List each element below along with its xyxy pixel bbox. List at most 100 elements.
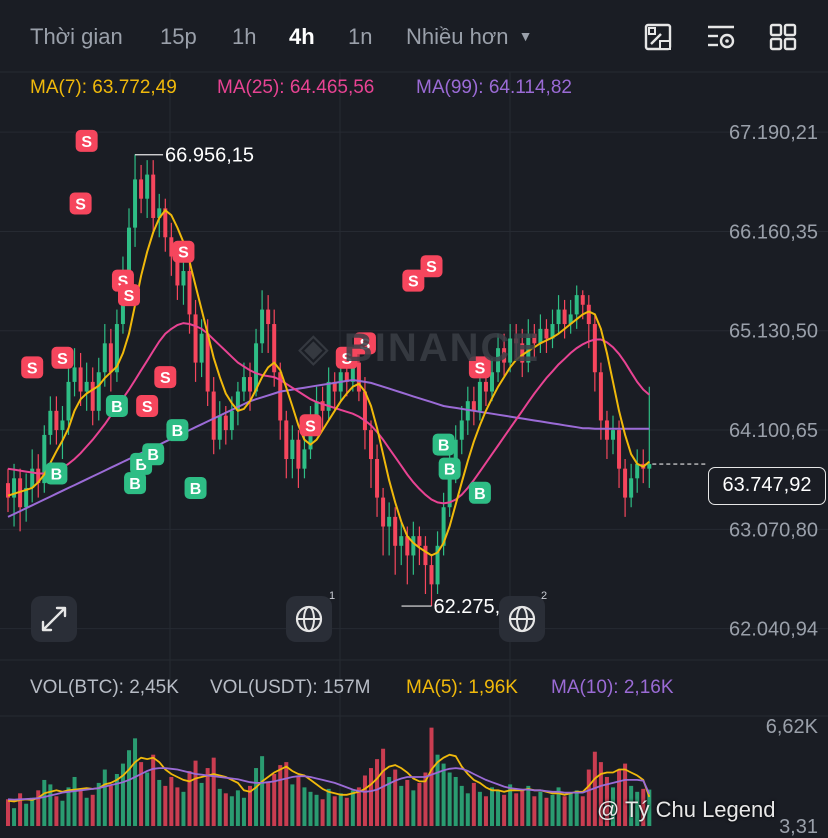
volume-bar [429, 727, 434, 826]
buy-marker-label: B [190, 481, 202, 498]
candle-body [592, 324, 597, 373]
candle-body [266, 309, 271, 325]
tab-1h[interactable]: 1h [232, 24, 256, 50]
candle-body [483, 381, 488, 392]
event-badge-2: 2 [541, 590, 548, 602]
event-button-1[interactable] [286, 596, 332, 642]
volume-bar [483, 796, 488, 826]
current-price-tag: 63.747,92 [708, 467, 826, 505]
event-badge-1: 1 [329, 590, 336, 602]
candle-body [387, 516, 392, 527]
candle-body [562, 309, 567, 325]
volume-bar [181, 791, 186, 826]
volume-bar [163, 785, 168, 826]
volume-bar [568, 793, 573, 826]
volume-bar [417, 782, 422, 826]
volume-bar [114, 774, 119, 826]
volume-bar [375, 759, 380, 826]
candle-body [78, 367, 83, 392]
volume-bar [477, 791, 482, 826]
price-axis-label: 62.040,94 [729, 619, 818, 641]
sell-marker-label: S [81, 134, 92, 151]
candle-body [145, 174, 150, 199]
candle-body [417, 536, 422, 546]
volume-bar [574, 790, 579, 826]
price-axis-label: 66.160,35 [729, 221, 818, 243]
volume-bar [502, 794, 507, 826]
volume-bar [260, 756, 265, 826]
candle-body [90, 381, 95, 411]
candle-body [381, 497, 386, 527]
drawing-tools-icon[interactable] [643, 22, 673, 52]
tab-15m[interactable]: 15p [160, 24, 197, 50]
price-axis-label: 67.190,21 [729, 122, 818, 144]
expand-icon [41, 606, 67, 632]
volume-bar [411, 790, 416, 826]
buy-marker-label: B [474, 486, 486, 503]
volume-bar [151, 754, 156, 826]
volume-bar [320, 799, 325, 826]
volume-bar [229, 796, 234, 826]
volume-bar [314, 794, 319, 826]
buy-marker-label: B [438, 438, 450, 455]
volume-bar [78, 788, 83, 826]
volume-axis-label: 6,62K [766, 716, 819, 738]
volume-bar [496, 790, 501, 826]
candle-body [623, 468, 628, 498]
buy-marker-label: B [51, 466, 63, 483]
tab-more[interactable]: Nhiều hơn ▼ [406, 24, 532, 50]
candle-body [60, 420, 65, 431]
volume-bar [290, 784, 295, 826]
buy-marker-label: B [444, 462, 456, 479]
candle-body [647, 464, 652, 469]
volume-bar [54, 796, 59, 826]
candle-body [611, 430, 615, 440]
candle-body [544, 328, 549, 339]
candle-body [423, 545, 428, 566]
volume-bar [211, 757, 216, 826]
volume-bar [18, 793, 23, 826]
sell-marker-label: S [57, 351, 68, 368]
volume-bar [42, 779, 47, 826]
candle-body [471, 401, 476, 411]
candle-body [254, 343, 259, 392]
volume-bar [296, 776, 301, 826]
candlestick-chart[interactable]: 66.956,1562.275,00 SBSSSBSSBBSBSBSBSBSSS… [0, 0, 828, 838]
indicator-settings-icon[interactable] [706, 22, 736, 52]
candle-body [574, 295, 579, 315]
volume-bar [308, 791, 313, 826]
volume-bar [175, 787, 180, 826]
fullscreen-button[interactable] [31, 596, 77, 642]
candle-body [290, 439, 295, 460]
sell-marker-label: S [75, 197, 86, 214]
candle-body [48, 410, 53, 435]
candle-body [66, 381, 71, 421]
candle-body [393, 516, 398, 546]
candle-body [96, 372, 101, 411]
volume-bar [169, 776, 174, 826]
timeframe-toolbar: Thời gian 15p 1h 4h 1n Nhiều hơn ▼ [0, 0, 828, 72]
tab-time[interactable]: Thời gian [30, 24, 123, 50]
layout-grid-icon[interactable] [768, 22, 798, 52]
volume-bar [266, 781, 271, 826]
buy-marker-label: B [129, 476, 141, 493]
tab-1d[interactable]: 1n [348, 24, 372, 50]
binance-logo-icon: ◈ [298, 326, 331, 370]
volume-bar [538, 791, 543, 826]
event-button-2[interactable] [499, 596, 545, 642]
buy-marker-label: B [111, 399, 123, 416]
candle-body [635, 463, 640, 479]
tab-4h[interactable]: 4h [289, 24, 315, 50]
candle-body [369, 430, 373, 460]
caret-down-icon: ▼ [518, 28, 533, 44]
volume-bar [199, 782, 204, 826]
sell-marker-label: S [160, 370, 171, 387]
candle-body [181, 271, 186, 286]
volume-bar [586, 769, 591, 826]
volume-bar [90, 794, 95, 826]
volume-bar [217, 788, 222, 826]
legend-ma25: MA(25): 64.465,56 [217, 77, 375, 98]
globe-icon [295, 605, 323, 633]
volume-bar [356, 787, 361, 826]
volume-bar [254, 768, 259, 826]
